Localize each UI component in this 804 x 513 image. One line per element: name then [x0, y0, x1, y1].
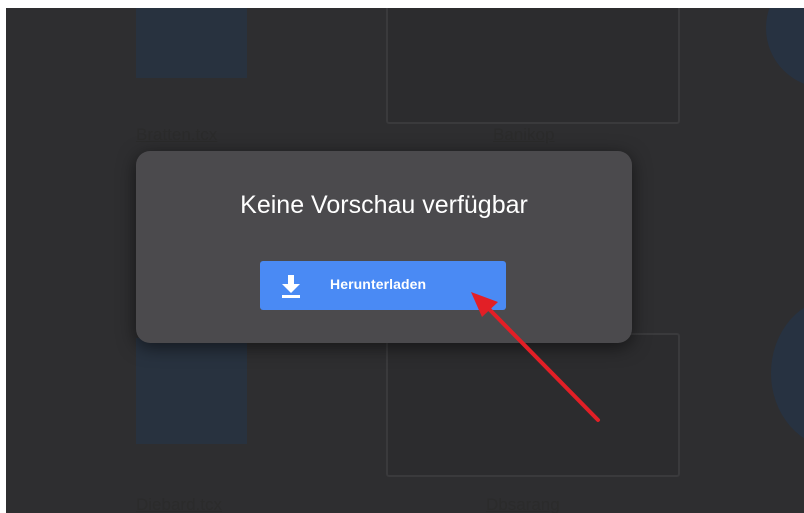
file-thumbnail[interactable] [136, 338, 247, 444]
download-button-label: Herunterladen [330, 276, 427, 292]
no-preview-message: Keine Vorschau verfügbar [240, 191, 528, 219]
file-name[interactable]: Bratten.tcx [136, 125, 217, 145]
top-strip [0, 0, 804, 8]
download-icon [280, 274, 302, 298]
no-preview-dialog: Keine Vorschau verfügbar Herunterladen [136, 151, 632, 343]
file-thumbnail[interactable] [386, 333, 680, 477]
file-thumbnail[interactable] [386, 8, 680, 124]
file-thumbnail[interactable] [766, 8, 804, 88]
file-thumbnail[interactable] [771, 298, 804, 448]
file-name[interactable]: Diebard.tcx [136, 495, 222, 513]
download-button[interactable]: Herunterladen [260, 261, 506, 310]
file-thumbnail[interactable] [136, 8, 247, 78]
file-name[interactable]: Dbsarang [486, 495, 560, 513]
file-name[interactable]: Banikop [493, 125, 554, 145]
